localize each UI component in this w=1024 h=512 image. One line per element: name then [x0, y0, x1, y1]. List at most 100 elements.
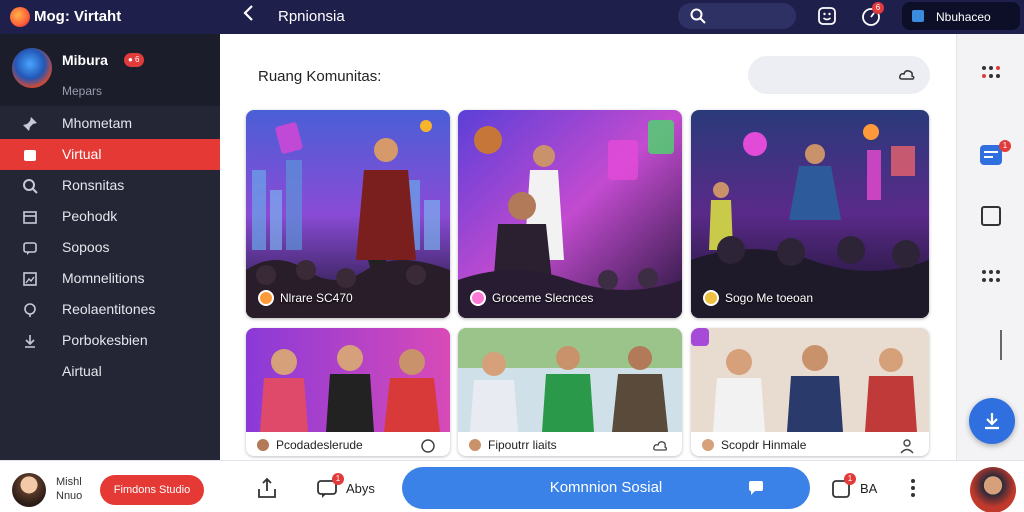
sidebar-item-label: Momnelitions	[62, 270, 145, 286]
sidebar-item-porbokesbien[interactable]: Porbokesbien	[0, 325, 220, 356]
card-image	[691, 328, 929, 432]
square-icon[interactable]	[979, 204, 1003, 228]
card-caption-text: Nlrare SC470	[280, 291, 353, 305]
sidebar-item-label: Porbokesbien	[62, 332, 148, 348]
card-image	[458, 328, 682, 432]
refresh-icon[interactable]	[420, 438, 436, 454]
chat-icon	[23, 242, 37, 255]
card-avatar	[701, 438, 715, 452]
sidebar-item-ronsnitas[interactable]: Ronsnitas	[0, 170, 220, 201]
apps-dots-icon[interactable]	[979, 60, 1003, 84]
top-search-button[interactable]	[678, 3, 796, 29]
search-icon	[23, 179, 38, 194]
sidebar-item-peohodk[interactable]: Peohodk	[0, 201, 220, 232]
profile-badge: ● 6	[124, 53, 144, 67]
apps-badge: 1	[332, 473, 344, 485]
avatar	[12, 48, 52, 88]
sidebar-item-reolaentitones[interactable]: Reolaentitones	[0, 294, 220, 325]
sidebar-item-label: Peohodk	[62, 208, 118, 224]
more-dots-icon[interactable]	[979, 264, 1003, 288]
app-title: Mog: Virtaht	[34, 8, 122, 25]
top-bar: Mog: Virtaht Rpnionsia 6 Nbuhaceo	[0, 0, 1024, 34]
more-vertical-icon[interactable]	[902, 477, 924, 499]
sidebar: Mibura ● 6 Mepars Mhometam Virtual Ronsn…	[0, 34, 220, 460]
rail-divider	[1000, 330, 1002, 360]
sidebar-item-momnelitions[interactable]: Momnelitions	[0, 263, 220, 294]
sidebar-item-airtual[interactable]: Airtual	[0, 356, 220, 387]
community-card[interactable]: Scopdr Hinmale	[691, 328, 929, 456]
sidebar-nav: Mhometam Virtual Ronsnitas Peohodk Sopoo…	[0, 108, 220, 387]
card-caption: Sogo Me toeoan	[703, 290, 813, 306]
header-action-label: Nbuhaceo	[936, 10, 991, 24]
header-action-button[interactable]: Nbuhaceo	[902, 2, 1020, 30]
card-avatar	[256, 438, 270, 452]
user-avatar[interactable]	[12, 473, 46, 507]
emoji-button[interactable]	[816, 5, 838, 27]
sidebar-item-label: Ronsnitas	[62, 177, 125, 193]
profile-subtitle: Mepars	[62, 84, 103, 98]
card-footer: Pcodadeslerude	[256, 438, 363, 452]
card-caption: Nlrare SC470	[258, 290, 353, 306]
apps-label[interactable]: Abys	[346, 481, 375, 496]
card-footer: Fipoutrr liaits	[468, 438, 557, 452]
inbox-badge: 1	[999, 140, 1011, 152]
download-icon	[985, 413, 999, 430]
sidebar-item-label: Reolaentitones	[62, 301, 156, 317]
card-avatar	[468, 438, 482, 452]
messages-badge: 1	[844, 473, 856, 485]
sidebar-profile[interactable]: Mibura ● 6 Mepars	[0, 34, 220, 106]
card-footer: Scopdr Hinmale	[701, 438, 806, 452]
card-caption-text: Fipoutrr liaits	[488, 438, 557, 452]
sidebar-item-label: Airtual	[62, 363, 102, 379]
card-image	[458, 110, 682, 318]
download-fab[interactable]	[969, 398, 1015, 444]
community-card[interactable]: Nlrare SC470	[246, 110, 450, 318]
cloud-search-icon	[899, 70, 915, 80]
sidebar-item-label: Mhometam	[62, 115, 133, 131]
chevron-left-icon	[243, 5, 253, 21]
back-button[interactable]	[238, 4, 258, 28]
card-caption-text: Pcodadeslerude	[276, 438, 363, 452]
card-caption: Groceme Slecnces	[470, 290, 593, 306]
card-caption-text: Sogo Me toeoan	[725, 291, 814, 305]
cloud-icon[interactable]	[652, 438, 668, 454]
pin-icon	[23, 117, 37, 131]
main-search-input[interactable]	[748, 56, 930, 94]
studio-button[interactable]: Fimdons Studio	[100, 475, 204, 505]
smile-icon	[818, 7, 836, 25]
card-avatar	[258, 290, 274, 306]
page-title: Rpnionsia	[278, 8, 345, 25]
card-caption-text: Scopdr Hinmale	[721, 438, 807, 452]
profile-name: Mibura	[62, 52, 108, 68]
sidebar-item-mhometam[interactable]: Mhometam	[0, 108, 220, 139]
apps-button[interactable]: 1	[316, 473, 344, 499]
bottom-bar: Mishl Nnuo Fimdons Studio 1 Abys Komnnio…	[0, 460, 1024, 512]
community-card[interactable]: Pcodadeslerude	[246, 328, 450, 456]
main-title: Ruang Komunitas:	[258, 68, 382, 85]
share-icon[interactable]	[256, 477, 278, 499]
sidebar-item-sopoos[interactable]: Sopoos	[0, 232, 220, 263]
inbox-button[interactable]: 1	[979, 140, 1011, 166]
sidebar-item-virtual[interactable]: Virtual	[0, 139, 220, 170]
user-name: Mishl Nnuo	[56, 476, 83, 502]
social-community-button[interactable]: Komnnion Sosial	[402, 467, 810, 509]
social-button-label: Komnnion Sosial	[549, 479, 663, 496]
notifications-button[interactable]: 6	[860, 2, 884, 27]
user-icon[interactable]	[899, 438, 915, 454]
community-card[interactable]: Groceme Slecnces	[458, 110, 682, 318]
card-image	[246, 110, 450, 318]
card-avatar	[703, 290, 719, 306]
location-icon	[24, 303, 36, 317]
ba-label[interactable]: BA	[860, 481, 877, 496]
messages-button[interactable]: 1	[830, 473, 856, 499]
card-image	[691, 110, 929, 318]
download-icon	[25, 335, 35, 348]
profile-avatar-button[interactable]	[970, 467, 1016, 512]
sidebar-item-label: Sopoos	[62, 239, 110, 255]
community-card[interactable]: Sogo Me toeoan	[691, 110, 929, 318]
calendar-icon	[23, 211, 37, 224]
community-card[interactable]: Fipoutrr liaits	[458, 328, 682, 456]
notification-badge: 6	[872, 2, 884, 14]
card-image	[246, 328, 450, 432]
app-square-icon	[912, 10, 924, 22]
